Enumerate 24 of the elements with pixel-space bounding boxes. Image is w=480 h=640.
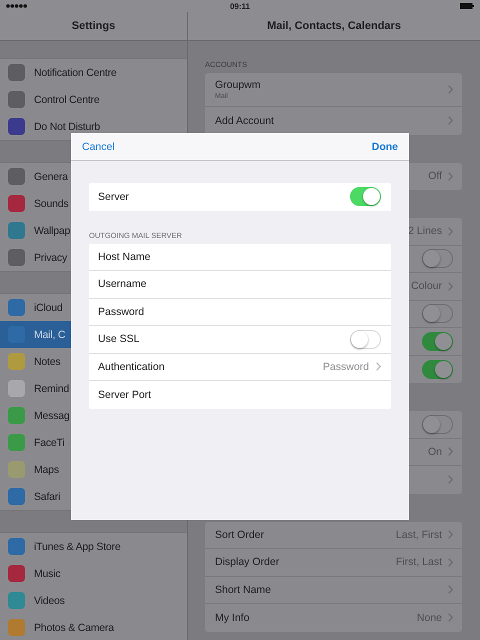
row-value: Colour <box>411 280 442 292</box>
row-label: Sort Order <box>215 528 264 541</box>
row-label: Username <box>98 278 146 290</box>
detail-title: Mail, Contacts, Calendars <box>267 20 401 32</box>
row-label: Server <box>98 190 129 203</box>
row-label: My Info <box>215 612 250 624</box>
sidebar-title: Settings <box>72 20 116 32</box>
row-label: Add Account <box>215 114 274 127</box>
row-label: Password <box>98 306 144 318</box>
row-value: Off <box>428 170 442 182</box>
row-value: Password <box>322 360 369 373</box>
row-label: Short Name <box>215 584 272 596</box>
row-label: Use SSL <box>98 333 140 346</box>
row-value: None <box>416 612 442 624</box>
row-value: Last, First <box>396 528 442 541</box>
row-label: Display Order <box>215 556 280 568</box>
status-time: 09:11 <box>228 2 252 10</box>
row-label: Authentication <box>98 360 165 373</box>
row-value: On <box>428 446 442 458</box>
row-value: First, Last <box>396 556 442 568</box>
row-label: Host Name <box>98 250 151 263</box>
row-value: 2 Lines <box>408 225 442 238</box>
account-name: Groupwm <box>215 79 261 91</box>
row-label: Server Port <box>98 388 152 401</box>
